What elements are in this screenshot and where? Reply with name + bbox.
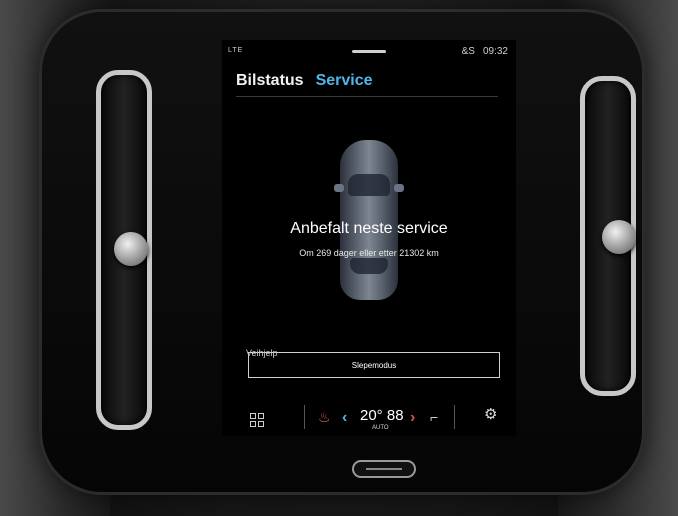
car-rear-window — [350, 258, 388, 274]
grid-cell — [250, 421, 256, 427]
signal-indicator: LTE — [228, 47, 244, 54]
vent-knob-left[interactable] — [114, 232, 148, 266]
vent-knob-right[interactable] — [602, 220, 636, 254]
car-interior-photo: LTE &S 09:32 Bilstatus Service Anbefalt … — [0, 0, 678, 516]
grid-cell — [250, 413, 256, 419]
car-mirror-left — [334, 184, 344, 192]
car-windshield — [348, 174, 390, 196]
home-button[interactable] — [352, 460, 416, 478]
user-indicator: &S — [461, 46, 475, 57]
service-subtitle: Om 269 dager eller etter 21302 km — [299, 248, 439, 258]
climate-bar: ♨ ‹ 20° 88 AUTO › ⌐ ⚙ — [222, 395, 516, 431]
climate-separator — [454, 405, 455, 429]
seat-heat-icon[interactable]: ♨ — [318, 409, 331, 426]
tab-bar: Bilstatus Service — [236, 72, 373, 90]
seat-icon[interactable]: ⌐ — [430, 409, 438, 425]
clock: 09:32 — [482, 46, 508, 57]
temp-up-icon[interactable]: › — [410, 409, 415, 427]
top-view-handle[interactable] — [352, 50, 386, 53]
status-bar: LTE &S 09:32 — [222, 40, 516, 64]
grid-cell — [258, 421, 264, 427]
temperature-value: 20° — [360, 407, 383, 424]
climate-mode: AUTO — [372, 425, 389, 431]
status-right: &S 09:32 — [462, 46, 508, 57]
tab-service[interactable]: Service — [316, 72, 373, 90]
grid-cell — [258, 413, 264, 419]
tow-mode-button[interactable]: Slepemodus — [248, 352, 500, 378]
grid-icon[interactable] — [250, 413, 264, 427]
temperature-display[interactable]: 20° 88 — [360, 407, 404, 424]
infotainment-screen: LTE &S 09:32 Bilstatus Service Anbefalt … — [222, 40, 516, 436]
temp-down-icon[interactable]: ‹ — [342, 409, 347, 427]
tab-divider — [236, 96, 498, 97]
gear-icon[interactable]: ⚙ — [484, 405, 497, 423]
service-title: Anbefalt neste service — [290, 220, 448, 237]
fan-level: 88 — [386, 407, 404, 424]
tab-bilstatus[interactable]: Bilstatus — [236, 72, 304, 90]
climate-separator — [304, 405, 305, 429]
car-mirror-right — [394, 184, 404, 192]
